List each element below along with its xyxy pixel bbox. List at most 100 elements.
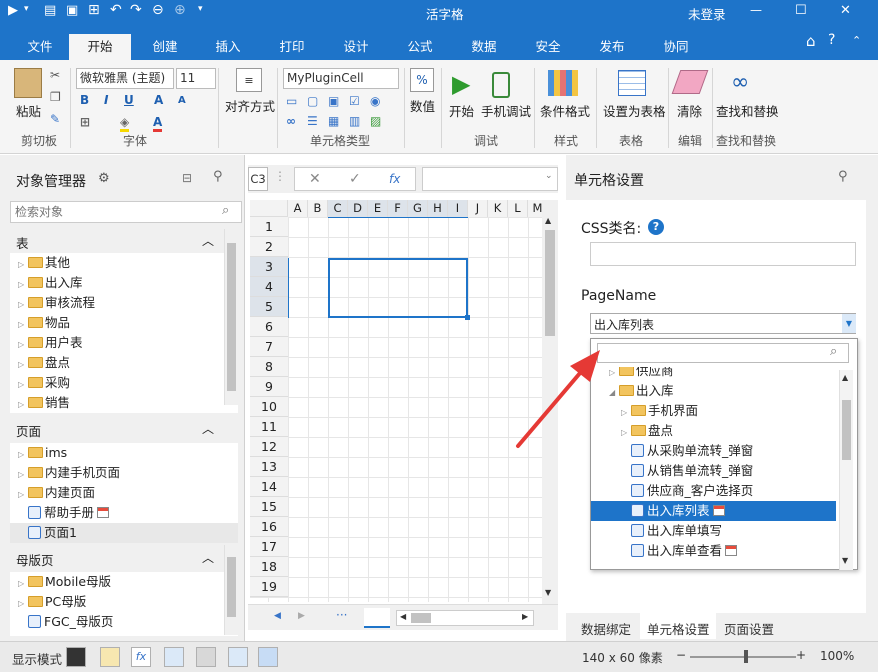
row-header[interactable]: 1	[250, 217, 288, 237]
help-icon[interactable]: ?	[828, 32, 835, 48]
chevron-up-icon[interactable]: ︿	[202, 420, 214, 437]
list-item[interactable]: ▷ 其他	[10, 253, 238, 273]
tab-data-binding[interactable]: 数据绑定	[581, 619, 631, 638]
bold-icon[interactable]: B	[80, 93, 89, 107]
border-icon[interactable]: ⊞	[80, 115, 90, 129]
row-header[interactable]: 17	[250, 537, 288, 557]
chevron-up-icon[interactable]: ︿	[202, 549, 214, 566]
mobile-debug-button[interactable]: 手机调试	[481, 101, 531, 120]
formula-mode-icon[interactable]: fx	[131, 647, 151, 667]
redo-icon[interactable]: ↷	[130, 2, 142, 18]
list-item[interactable]: ▷ 销售	[10, 393, 238, 413]
sheet-tab[interactable]	[364, 608, 390, 628]
label-cell-icon[interactable]: ▣	[328, 94, 339, 108]
confirm-formula-button[interactable]: ✓	[349, 171, 361, 187]
dropdown-item[interactable]: 供应商_客户选择页	[591, 481, 836, 501]
column-header[interactable]: H	[428, 200, 448, 217]
gear-icon[interactable]: ⚙	[98, 171, 110, 186]
row-header[interactable]: 11	[250, 417, 288, 437]
list-item[interactable]: ▷ Mobile母版	[10, 572, 238, 592]
expand-arrow-icon[interactable]: ▷	[621, 403, 631, 423]
permission-icon[interactable]	[196, 647, 216, 667]
formula-input[interactable]: ⌄	[422, 167, 558, 191]
chevron-down-icon[interactable]: ▼	[842, 314, 856, 333]
cut-icon[interactable]: ✂	[50, 68, 60, 82]
row-header[interactable]: 10	[250, 397, 288, 417]
dropdown-item[interactable]: 出入库单填写	[591, 521, 836, 541]
undo-icon[interactable]: ↶	[110, 2, 122, 18]
start-icon[interactable]: ▶	[452, 70, 470, 98]
checkbox-cell-icon[interactable]: ☑	[349, 94, 360, 108]
percent-icon[interactable]: %	[410, 68, 434, 92]
dropdown-search-input[interactable]: ⌕	[597, 343, 849, 363]
list-item[interactable]: ▷ 审核流程	[10, 293, 238, 313]
set-table-button[interactable]: 设置为表格	[603, 101, 666, 120]
column-header[interactable]: I	[448, 200, 468, 217]
login-status[interactable]: 未登录	[688, 4, 726, 23]
table-icon[interactable]	[618, 70, 646, 96]
cancel-formula-button[interactable]: ✕	[309, 171, 321, 187]
conditional-format-icon[interactable]	[548, 70, 578, 96]
row-header[interactable]: 8	[250, 357, 288, 377]
column-header[interactable]: G	[408, 200, 428, 217]
next-sheet-icon[interactable]: ▶	[298, 611, 305, 621]
tab-data[interactable]: 数据	[464, 36, 504, 60]
start-button[interactable]: 开始	[449, 101, 474, 120]
font-grow-icon[interactable]: A	[154, 93, 163, 107]
scroll-up-icon[interactable]: ▲	[545, 216, 551, 225]
zoom-slider-handle[interactable]	[744, 650, 748, 663]
zoom-in-button[interactable]: +	[796, 648, 806, 662]
align-icon[interactable]: ≡	[236, 68, 262, 92]
list-item[interactable]: ▷ 用户表	[10, 333, 238, 353]
fill-handle[interactable]	[465, 315, 470, 320]
button-cell-icon[interactable]: ▢	[307, 94, 318, 108]
search-input[interactable]	[15, 204, 215, 220]
row-header[interactable]: 13	[250, 457, 288, 477]
row-header[interactable]: 7	[250, 337, 288, 357]
column-header[interactable]: F	[388, 200, 408, 217]
font-name-combo[interactable]: 微软雅黑 (主题)	[76, 68, 174, 89]
list-item[interactable]: FGC_母版页	[10, 612, 238, 632]
column-header[interactable]: J	[468, 200, 488, 217]
pin-icon[interactable]: ⚲	[838, 169, 848, 184]
maximize-button[interactable]: ☐	[795, 3, 807, 18]
layout-icon[interactable]	[228, 647, 248, 667]
pin-icon[interactable]: ⚲	[213, 169, 223, 184]
row-header[interactable]: 12	[250, 437, 288, 457]
chevron-up-icon[interactable]: ︿	[202, 232, 214, 249]
textbox-cell-icon[interactable]: ▭	[286, 94, 297, 108]
column-header[interactable]: K	[488, 200, 508, 217]
collapse-ribbon-icon[interactable]: ⌃	[852, 34, 861, 47]
scrollbar-thumb[interactable]	[545, 230, 555, 336]
scroll-down-icon[interactable]: ▼	[545, 588, 551, 597]
scroll-down-icon[interactable]: ▼	[842, 556, 848, 565]
dropdown-item[interactable]: 出入库列表	[591, 501, 836, 521]
dropdown-item[interactable]: 出入库单查看	[591, 541, 836, 561]
tab-insert[interactable]: 插入	[208, 36, 248, 60]
dropdown-item[interactable]: ▷ 手机界面	[591, 401, 836, 421]
row-header[interactable]: 5	[250, 297, 288, 317]
font-color-icon[interactable]: A	[153, 115, 163, 132]
dropdown-scrollbar[interactable]: ▲ ▼	[839, 370, 853, 570]
expand-arrow-icon[interactable]: ◢	[609, 383, 619, 403]
list-item[interactable]: 页面1	[10, 523, 238, 543]
view-icon[interactable]	[258, 647, 278, 667]
more-sheets-button[interactable]: ···	[336, 608, 347, 622]
column-header[interactable]: L	[508, 200, 528, 217]
tab-cell-settings[interactable]: 单元格设置	[647, 619, 710, 638]
scrollbar-thumb[interactable]	[227, 557, 236, 617]
forward-icon[interactable]: ⊕	[174, 2, 186, 18]
row-header[interactable]: 4	[250, 277, 288, 297]
list-item[interactable]: ▷ 盘点	[10, 353, 238, 373]
scroll-right-icon[interactable]: ▶	[522, 612, 528, 621]
row-header[interactable]: 2	[250, 237, 288, 257]
list-item[interactable]: 帮助手册	[10, 503, 238, 523]
eraser-icon[interactable]	[671, 70, 709, 94]
font-size-combo[interactable]: 11	[176, 68, 216, 89]
image-cell-icon[interactable]: ▨	[370, 114, 381, 128]
customize-dropdown-icon[interactable]: ▾	[198, 4, 203, 14]
grid-cell-icon[interactable]: ▥	[349, 114, 360, 128]
quick-access-dropdown-icon[interactable]: ▾	[24, 4, 29, 14]
collapse-all-icon[interactable]: ⊟	[182, 171, 192, 185]
new-file-icon[interactable]: ▤	[44, 3, 56, 18]
